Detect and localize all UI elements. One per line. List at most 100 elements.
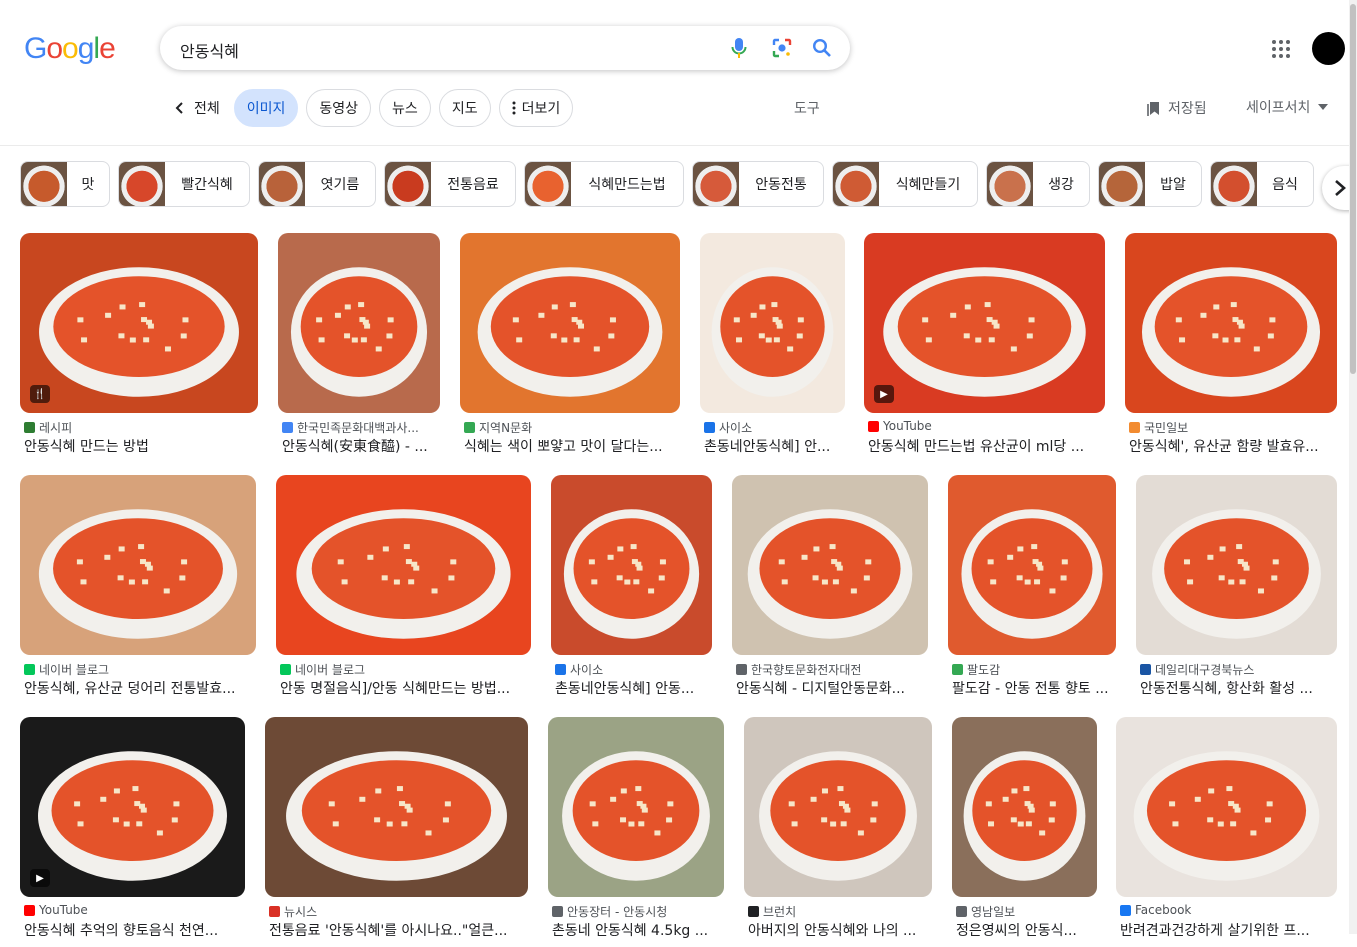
lens-icon[interactable] — [771, 37, 793, 59]
result-title[interactable]: 안동식혜, 유산균 덩어리 전통발효... — [24, 678, 256, 698]
result-thumbnail[interactable] — [276, 475, 531, 655]
result-source[interactable]: 지역N문화 — [464, 419, 680, 436]
result-source[interactable]: 네이버 블로그 — [24, 661, 256, 678]
result-thumbnail[interactable] — [1125, 233, 1337, 413]
result-title[interactable]: 정은영씨의 안동식... — [956, 920, 1097, 940]
result-thumbnail[interactable] — [20, 717, 245, 897]
tools-button[interactable]: 도구 — [794, 98, 820, 118]
google-logo[interactable]: Google — [24, 32, 116, 66]
result-source[interactable]: 한국민족문화대백과사... — [282, 419, 440, 436]
microphone-icon[interactable] — [728, 37, 750, 59]
result-source[interactable]: YouTube — [24, 903, 245, 917]
result-thumbnail[interactable] — [20, 233, 258, 413]
related-chip[interactable]: 안동전통 — [692, 161, 824, 207]
result-thumbnail[interactable] — [732, 475, 928, 655]
scrollbar-thumb[interactable] — [1350, 4, 1356, 374]
safesearch-menu[interactable]: 세이프서치 — [1246, 97, 1329, 117]
related-chip[interactable]: 전통음료 — [384, 161, 516, 207]
result-title[interactable]: 식혜는 색이 뽀얗고 맛이 달다는... — [464, 436, 680, 456]
result-source[interactable]: Facebook — [1120, 903, 1337, 917]
result-thumbnail[interactable] — [20, 475, 256, 655]
result-source[interactable]: 데일리대구경북뉴스 — [1140, 661, 1337, 678]
result-thumbnail[interactable] — [551, 475, 712, 655]
apps-grid-icon[interactable] — [1270, 38, 1292, 60]
result-source[interactable]: 한국향토문화전자대전 — [736, 661, 928, 678]
image-result[interactable]: 국민일보 안동식혜', 유산균 함량 발효유... — [1125, 233, 1337, 463]
result-source[interactable]: 영남일보 — [956, 903, 1097, 920]
result-title[interactable]: 촌동네안동식혜] 안... — [704, 436, 845, 456]
image-result[interactable]: 사이소 촌동네안동식혜] 안... — [700, 233, 845, 463]
result-title[interactable]: 안동전통식혜, 항산화 활성 ... — [1140, 678, 1337, 698]
image-result[interactable]: 팔도감 팔도감 - 안동 전통 향토 ... — [948, 475, 1116, 705]
image-result[interactable]: ▶ YouTube 안동식혜 만드는법 유산균이 ml당 ... — [864, 233, 1105, 463]
search-box[interactable]: 안동식혜 — [160, 26, 850, 70]
related-chip[interactable]: 맛 — [20, 161, 110, 207]
related-chip[interactable]: 빨간식혜 — [118, 161, 250, 207]
result-thumbnail[interactable] — [548, 717, 724, 897]
saved-button[interactable]: 저장됨 — [1146, 98, 1207, 118]
result-source[interactable]: 사이소 — [704, 419, 845, 436]
image-result[interactable]: 데일리대구경북뉴스 안동전통식혜, 항산화 활성 ... — [1136, 475, 1337, 705]
result-source[interactable]: 국민일보 — [1129, 419, 1337, 436]
image-result[interactable]: 네이버 블로그 안동식혜, 유산균 덩어리 전통발효... — [20, 475, 256, 705]
image-result[interactable]: 브런치 아버지의 안동식혜와 나의 ... — [744, 717, 932, 947]
result-thumbnail[interactable] — [700, 233, 845, 413]
image-result[interactable]: ▶ YouTube 안동식혜 추억의 향토음식 천연... — [20, 717, 245, 947]
result-thumbnail[interactable] — [864, 233, 1105, 413]
result-source[interactable]: YouTube — [868, 419, 1105, 433]
image-result[interactable]: 사이소 촌동네안동식혜] 안동... — [551, 475, 712, 705]
tab-3[interactable]: 뉴스 — [379, 89, 431, 127]
result-thumbnail[interactable] — [948, 475, 1116, 655]
result-source[interactable]: 레시피 — [24, 419, 258, 436]
result-source[interactable]: 안동장터 - 안동시청 — [552, 903, 724, 920]
image-result[interactable]: 지역N문화 식혜는 색이 뽀얗고 맛이 달다는... — [460, 233, 680, 463]
result-title[interactable]: 전통음료 '안동식혜'를 아시나요.."얼큰... — [269, 920, 528, 940]
image-result[interactable]: 🍴 레시피 안동식혜 만드는 방법 — [20, 233, 258, 463]
result-source[interactable]: 브런치 — [748, 903, 932, 920]
search-input[interactable]: 안동식혜 — [180, 38, 239, 62]
tab-0[interactable]: 전체 — [168, 89, 226, 127]
result-title[interactable]: 반려견과건강하게 살기위한 프... — [1120, 920, 1337, 940]
result-title[interactable]: 안동식혜 만드는법 유산균이 ml당 ... — [868, 436, 1105, 456]
result-thumbnail[interactable] — [952, 717, 1097, 897]
related-chip[interactable]: 밥알 — [1098, 161, 1202, 207]
search-icon[interactable] — [811, 37, 833, 59]
image-result[interactable]: 안동장터 - 안동시청 촌동네 안동식혜 4.5kg ... — [548, 717, 724, 947]
image-result[interactable]: Facebook 반려견과건강하게 살기위한 프... — [1116, 717, 1337, 947]
tab-1[interactable]: 이미지 — [233, 89, 299, 127]
tab-4[interactable]: 지도 — [438, 89, 491, 127]
result-title[interactable]: 촌동네 안동식혜 4.5kg ... — [552, 920, 724, 940]
result-source[interactable]: 사이소 — [555, 661, 712, 678]
result-title[interactable]: 안동식혜(安東食醯) - ... — [282, 436, 440, 456]
result-thumbnail[interactable] — [744, 717, 932, 897]
related-chip[interactable]: 식혜만들기 — [832, 161, 978, 207]
related-chip[interactable]: 식혜만드는법 — [524, 161, 684, 207]
result-title[interactable]: 팔도감 - 안동 전통 향토 ... — [952, 678, 1116, 698]
result-title[interactable]: 안동식혜 만드는 방법 — [24, 436, 258, 456]
related-chip[interactable]: 음식 — [1210, 161, 1314, 207]
result-title[interactable]: 안동식혜 - 디지털안동문화... — [736, 678, 928, 698]
image-result[interactable]: 영남일보 정은영씨의 안동식... — [952, 717, 1097, 947]
result-source[interactable]: 네이버 블로그 — [280, 661, 531, 678]
image-result[interactable]: 한국향토문화전자대전 안동식혜 - 디지털안동문화... — [732, 475, 928, 705]
tab-2[interactable]: 동영상 — [306, 89, 372, 127]
related-chip[interactable]: 생강 — [986, 161, 1090, 207]
result-title[interactable]: 안동 명절음식]/안동 식혜만드는 방법... — [280, 678, 531, 698]
result-source[interactable]: 뉴시스 — [269, 903, 528, 920]
result-title[interactable]: 촌동네안동식혜] 안동... — [555, 678, 712, 698]
tab-5[interactable]: 더보기 — [498, 89, 574, 127]
result-thumbnail[interactable] — [1136, 475, 1337, 655]
image-result[interactable]: 뉴시스 전통음료 '안동식혜'를 아시나요.."얼큰... — [265, 717, 528, 947]
related-chip[interactable]: 엿기름 — [258, 161, 376, 207]
result-title[interactable]: 안동식혜', 유산균 함량 발효유... — [1129, 436, 1337, 456]
result-source[interactable]: 팔도감 — [952, 661, 1116, 678]
result-thumbnail[interactable] — [265, 717, 528, 897]
image-result[interactable]: 네이버 블로그 안동 명절음식]/안동 식혜만드는 방법... — [276, 475, 531, 705]
result-thumbnail[interactable] — [460, 233, 680, 413]
result-title[interactable]: 안동식혜 추억의 향토음식 천연... — [24, 920, 245, 940]
result-title[interactable]: 아버지의 안동식혜와 나의 ... — [748, 920, 932, 940]
result-thumbnail[interactable] — [278, 233, 440, 413]
image-result[interactable]: 한국민족문화대백과사... 안동식혜(安東食醯) - ... — [278, 233, 440, 463]
result-thumbnail[interactable] — [1116, 717, 1337, 897]
account-avatar[interactable] — [1312, 32, 1345, 65]
